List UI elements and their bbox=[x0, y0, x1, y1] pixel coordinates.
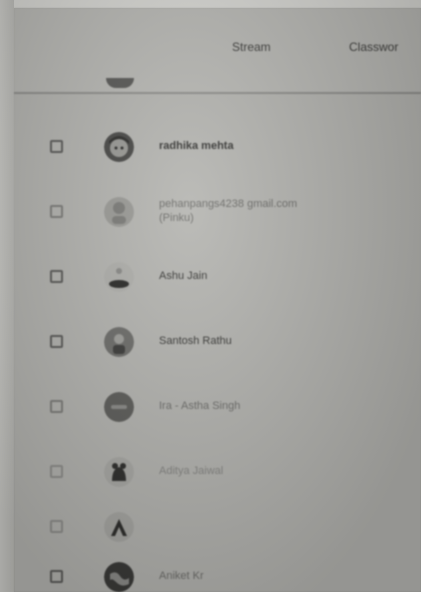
select-checkbox[interactable] bbox=[50, 205, 63, 218]
figure-avatar-icon bbox=[104, 327, 134, 357]
select-checkbox[interactable] bbox=[50, 335, 63, 348]
select-checkbox[interactable] bbox=[50, 465, 63, 478]
lilac-avatar-icon bbox=[104, 197, 134, 227]
monitor-frame-left bbox=[0, 0, 14, 592]
student-name: Ashu Jain bbox=[159, 270, 208, 282]
list-item[interactable]: Aditya Jaiwal bbox=[14, 443, 421, 503]
student-email: pehanpangs4238 gmail.com (Pinku) bbox=[159, 197, 297, 225]
select-checkbox[interactable] bbox=[50, 570, 63, 583]
list-item[interactable]: Ira - Astha Singh bbox=[14, 378, 421, 438]
student-nickname: (Pinku) bbox=[159, 212, 194, 224]
select-checkbox[interactable] bbox=[50, 400, 63, 413]
monitor-frame-top bbox=[0, 0, 421, 8]
student-name: Ira - Astha Singh bbox=[159, 400, 241, 412]
globe-avatar-icon bbox=[104, 562, 134, 592]
student-name: radhika mehta bbox=[159, 140, 234, 152]
student-name: Aniket Kr bbox=[159, 570, 204, 582]
list-item[interactable]: Aniket Kr bbox=[14, 548, 421, 592]
animal-avatar-icon bbox=[104, 457, 134, 487]
hair-avatar-icon bbox=[104, 262, 134, 292]
list-item[interactable]: radhika mehta bbox=[14, 118, 421, 178]
tab-stream[interactable]: Stream bbox=[232, 40, 271, 54]
cartoon-avatar-icon bbox=[104, 132, 134, 162]
select-checkbox[interactable] bbox=[50, 140, 63, 153]
tab-classwork[interactable]: Classwor bbox=[349, 40, 398, 54]
student-name: pehanpangs4238 gmail.com bbox=[159, 198, 298, 210]
select-checkbox[interactable] bbox=[50, 270, 63, 283]
photo-of-screen: Stream Classwor radhika mehta pehanpangs… bbox=[0, 0, 421, 592]
list-item[interactable]: Ashu Jain bbox=[14, 248, 421, 308]
list-item[interactable]: pehanpangs4238 gmail.com (Pinku) bbox=[14, 183, 421, 243]
letter-a-avatar-icon bbox=[104, 512, 134, 542]
classroom-people-screen: Stream Classwor radhika mehta pehanpangs… bbox=[14, 8, 421, 592]
select-checkbox[interactable] bbox=[50, 520, 63, 533]
initial-avatar-icon bbox=[104, 392, 134, 422]
student-name: Aditya Jaiwal bbox=[159, 465, 224, 477]
top-app-bar: Stream Classwor bbox=[14, 8, 421, 94]
list-item[interactable]: Santosh Rathu bbox=[14, 313, 421, 373]
student-name: Santosh Rathu bbox=[159, 335, 232, 347]
partial-avatar bbox=[106, 78, 134, 88]
